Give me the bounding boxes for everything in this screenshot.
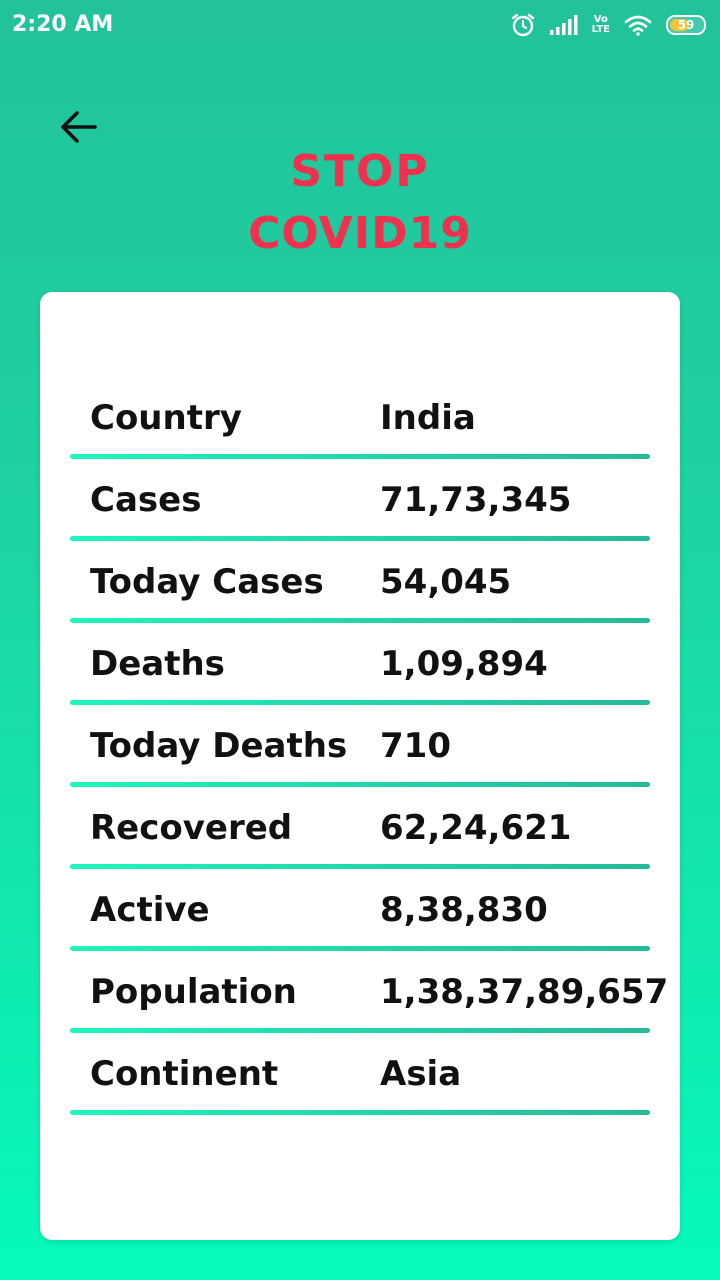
- logo-line1: STOP: [290, 146, 429, 197]
- row-divider: [70, 864, 650, 869]
- wifi-icon: [624, 14, 652, 36]
- status-icons: Vo LTE 59: [510, 10, 706, 40]
- row-divider: [70, 536, 650, 541]
- row-divider: [70, 1110, 650, 1115]
- stat-label: Today Deaths: [90, 726, 348, 766]
- stat-value: 1,09,894: [380, 644, 548, 684]
- stat-row-population: Population 1,38,37,89,657: [70, 956, 668, 1038]
- stat-value: 71,73,345: [380, 480, 572, 520]
- stat-label: Cases: [90, 480, 202, 520]
- volte-icon: Vo LTE: [592, 15, 610, 35]
- status-bar: 2:20 AM Vo LTE 59: [0, 0, 720, 52]
- stat-label: Deaths: [90, 644, 225, 684]
- battery-level: 59: [677, 18, 695, 32]
- stat-row-continent: Continent Asia: [70, 1038, 650, 1120]
- stat-label: Active: [90, 890, 210, 930]
- stat-value: India: [380, 398, 476, 438]
- logo-graphic: STOP COVID19: [248, 146, 472, 259]
- row-divider: [70, 700, 650, 705]
- stat-value: 8,38,830: [380, 890, 548, 930]
- stat-value: 54,045: [380, 562, 512, 602]
- stat-row-country: Country India: [70, 382, 650, 464]
- stat-row-active: Active 8,38,830: [70, 874, 650, 956]
- stat-value: 710: [380, 726, 451, 766]
- stats-table: Country India Cases 71,73,345 Today Case…: [70, 382, 668, 1120]
- stat-label: Country: [90, 398, 242, 438]
- stat-label: Continent: [90, 1054, 279, 1094]
- alarm-icon: [510, 12, 536, 38]
- stat-label: Today Cases: [90, 562, 324, 602]
- back-button[interactable]: [52, 100, 106, 154]
- arrow-left-icon: [61, 111, 97, 143]
- stat-row-recovered: Recovered 62,24,621: [70, 792, 650, 874]
- stat-row-cases: Cases 71,73,345: [70, 464, 650, 546]
- row-divider: [70, 782, 650, 787]
- battery-icon: 59: [666, 15, 706, 35]
- status-time: 2:20 AM: [12, 12, 114, 37]
- stat-value: 62,24,621: [380, 808, 572, 848]
- logo-line2: COVID19: [248, 208, 472, 259]
- stat-row-deaths: Deaths 1,09,894: [70, 628, 650, 710]
- row-divider: [70, 454, 650, 459]
- country-stats-card: Country India Cases 71,73,345 Today Case…: [40, 292, 680, 1240]
- stat-row-today-cases: Today Cases 54,045: [70, 546, 650, 628]
- stat-label: Population: [90, 972, 297, 1012]
- stat-value: Asia: [380, 1054, 462, 1094]
- volte-bottom: LTE: [591, 24, 610, 35]
- stat-row-today-deaths: Today Deaths 710: [70, 710, 650, 792]
- stat-value: 1,38,37,89,657: [380, 972, 669, 1012]
- stop-covid19-logo: STOP COVID19: [240, 140, 480, 260]
- row-divider: [70, 946, 650, 951]
- stat-label: Recovered: [90, 808, 293, 848]
- signal-icon: [549, 15, 578, 35]
- row-divider: [70, 618, 650, 623]
- row-divider: [70, 1028, 650, 1033]
